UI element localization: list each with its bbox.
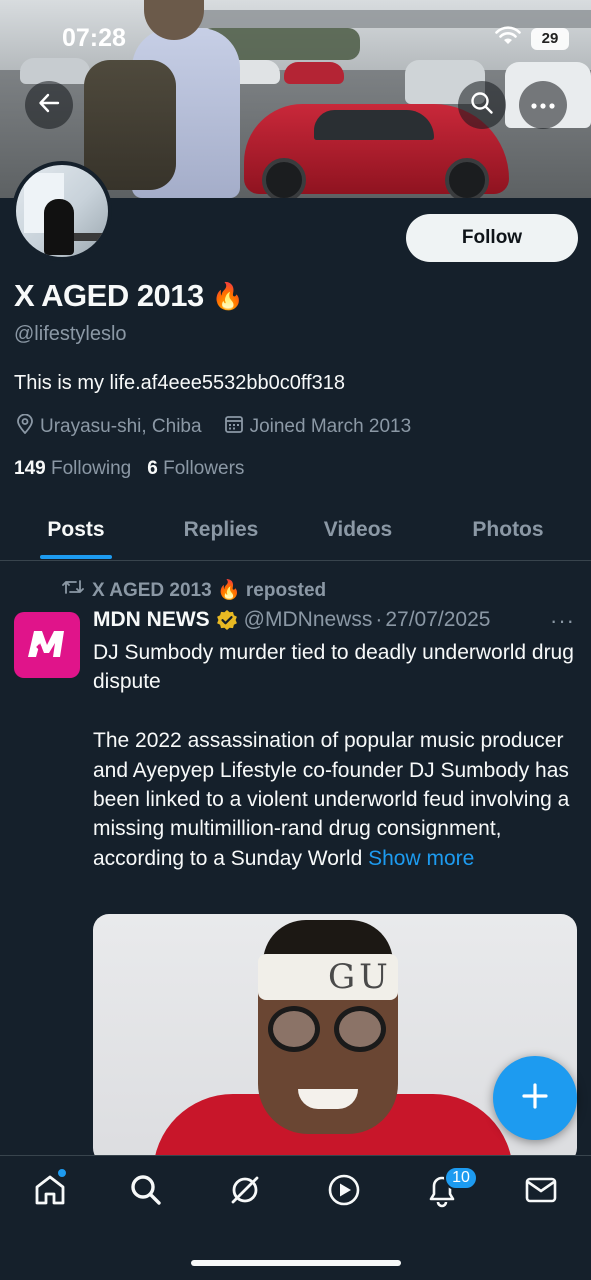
- tab-videos[interactable]: Videos: [306, 500, 410, 560]
- more-horizontal-icon: [531, 96, 555, 114]
- repost-label: X AGED 2013 🔥 reposted: [92, 580, 327, 601]
- joined-text: Joined March 2013: [249, 416, 412, 437]
- following-count: 149: [14, 458, 46, 479]
- follow-button[interactable]: Follow: [406, 214, 578, 262]
- tweet-more-button[interactable]: ···: [550, 608, 575, 634]
- location-pin-icon: [16, 413, 34, 440]
- location-text: Urayasu-shi, Chiba: [40, 416, 202, 437]
- more-options-button[interactable]: [519, 81, 567, 129]
- car-wheel: [262, 158, 306, 198]
- car-wheel: [445, 158, 489, 198]
- joined-item: Joined March 2013: [224, 414, 412, 440]
- fire-emoji: 🔥: [211, 280, 244, 311]
- search-icon[interactable]: [126, 1170, 166, 1210]
- tweet-separator: ·: [375, 608, 383, 631]
- tweet-author-handle[interactable]: @MDNnewss: [244, 608, 373, 632]
- messages-icon[interactable]: [521, 1170, 561, 1210]
- battery-indicator: 29: [531, 27, 569, 50]
- tweet-body: The 2022 assassination of popular music …: [93, 729, 570, 870]
- glasses-lens: [334, 1006, 386, 1052]
- notifications-badge: 10: [444, 1166, 478, 1190]
- followers-count: 6: [147, 458, 158, 479]
- followers-label: Followers: [163, 458, 245, 479]
- profile-meta: Urayasu-shi, Chiba Joined March 2013: [16, 413, 425, 440]
- followers-link[interactable]: 6 Followers: [147, 458, 244, 480]
- tweet-date[interactable]: 27/07/2025: [385, 608, 490, 632]
- repost-indicator[interactable]: X AGED 2013 🔥 reposted: [62, 578, 326, 602]
- banner-car: [20, 58, 90, 84]
- display-name-text: X AGED 2013: [14, 278, 204, 313]
- tweet-header: MDN NEWS @MDNnewss · 27/07/2025 ···: [93, 608, 583, 634]
- search-profile-button[interactable]: [458, 81, 506, 129]
- repost-icon: [62, 578, 84, 602]
- tweet-body-wrap: The 2022 assassination of popular music …: [93, 726, 577, 873]
- arrow-left-icon: [38, 92, 60, 119]
- profile-avatar[interactable]: [12, 161, 112, 261]
- status-time: 07:28: [62, 24, 126, 52]
- car-window: [314, 110, 434, 140]
- back-button[interactable]: [25, 81, 73, 129]
- avatar-figure: [44, 199, 74, 255]
- video-icon[interactable]: [324, 1170, 364, 1210]
- profile-tabs: Posts Replies Videos Photos: [0, 500, 591, 561]
- profile-handle: @lifestyleslo: [14, 323, 127, 345]
- following-link[interactable]: 149 Following: [14, 458, 131, 480]
- tweet-headline: DJ Sumbody murder tied to deadly underwo…: [93, 641, 574, 694]
- plus-icon: [521, 1082, 549, 1115]
- location-item: Urayasu-shi, Chiba: [16, 413, 202, 440]
- profile-bio: This is my life.af4eee5532bb0c0ff318: [14, 372, 345, 394]
- tab-replies[interactable]: Replies: [166, 500, 276, 560]
- grok-icon[interactable]: [225, 1170, 265, 1210]
- status-icons: 29: [495, 26, 569, 51]
- active-tab-indicator: [40, 555, 112, 559]
- tweet-text[interactable]: DJ Sumbody murder tied to deadly underwo…: [93, 638, 577, 873]
- show-more-link[interactable]: Show more: [368, 847, 474, 870]
- home-indicator-bar[interactable]: [191, 1260, 401, 1266]
- wifi-icon: [495, 26, 521, 51]
- media-headband: GU: [258, 954, 398, 1000]
- glasses-lens: [268, 1006, 320, 1052]
- following-label: Following: [50, 458, 132, 479]
- search-icon: [470, 91, 494, 120]
- calendar-icon: [224, 414, 244, 440]
- person-backpack: [84, 60, 176, 190]
- home-notification-dot: [57, 1168, 67, 1178]
- tab-posts[interactable]: Posts: [30, 500, 122, 560]
- tweet-author-avatar[interactable]: [14, 612, 80, 678]
- display-name: X AGED 2013 🔥: [14, 278, 244, 314]
- mdn-logo-icon: [24, 623, 70, 668]
- verified-badge-icon: [216, 609, 238, 631]
- banner-car: [284, 62, 344, 84]
- media-glasses: [268, 1006, 388, 1054]
- tab-photos[interactable]: Photos: [456, 500, 560, 560]
- tweet-author-name[interactable]: MDN NEWS: [93, 608, 210, 632]
- compose-post-button[interactable]: [493, 1056, 577, 1140]
- follow-counts: 149 Following 6 Followers: [14, 458, 244, 480]
